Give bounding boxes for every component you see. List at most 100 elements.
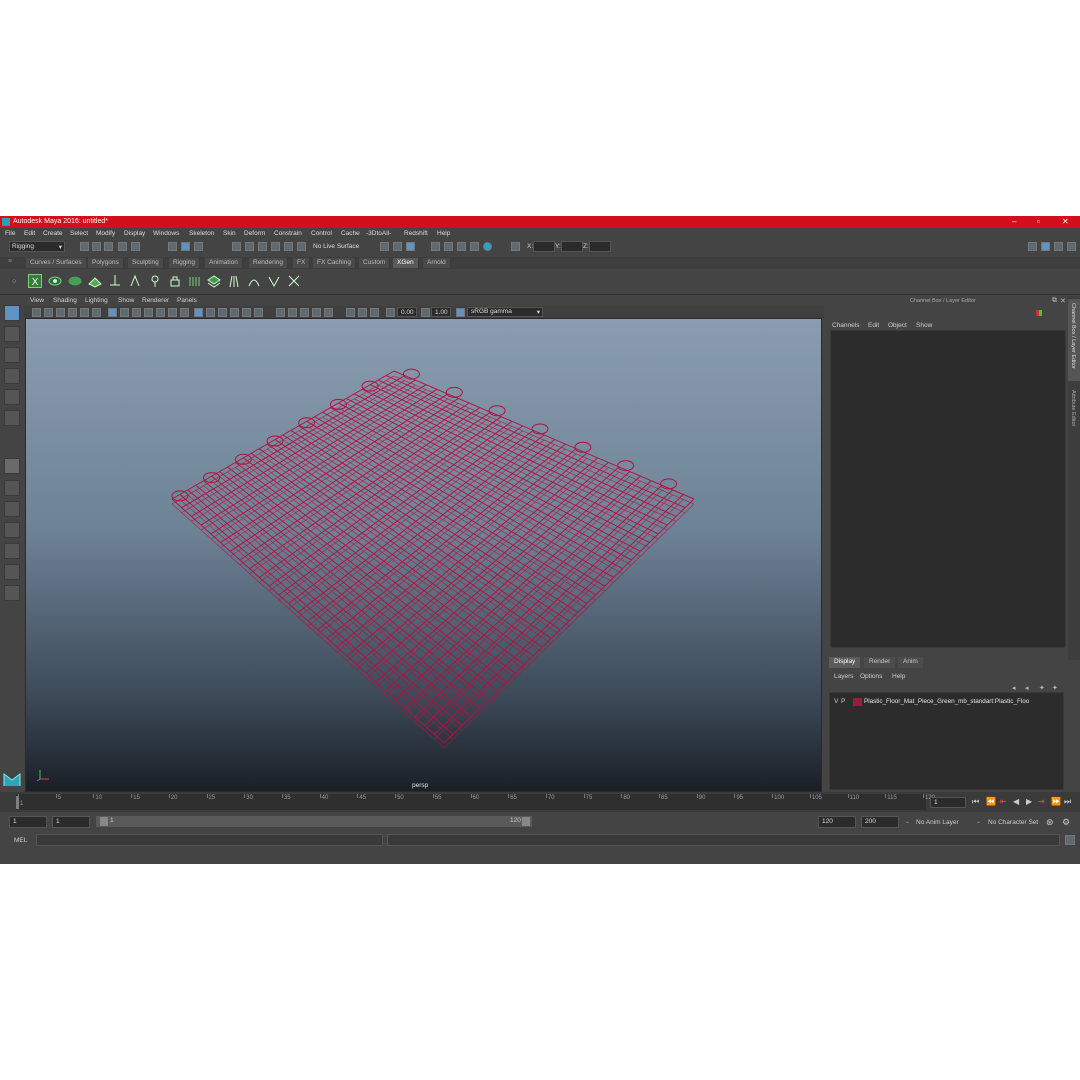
- new-empty-layer-icon[interactable]: ✦: [1039, 684, 1045, 692]
- xgen-primitive-icon[interactable]: [68, 274, 82, 288]
- lasso-tool-icon[interactable]: [4, 326, 20, 342]
- isolate-select-icon[interactable]: [346, 308, 355, 317]
- snap-curve-icon[interactable]: [245, 242, 254, 251]
- motion-blur-icon[interactable]: [312, 308, 321, 317]
- command-input[interactable]: [36, 834, 383, 846]
- image-plane-icon[interactable]: [68, 308, 77, 317]
- go-to-end-icon[interactable]: ⏭: [1064, 797, 1071, 807]
- wireframe-mesh[interactable]: [26, 319, 821, 791]
- menu-help[interactable]: Help: [437, 230, 450, 237]
- menu-create[interactable]: Create: [43, 230, 63, 237]
- depth-of-field-icon[interactable]: [370, 308, 379, 317]
- snap-point-icon[interactable]: [258, 242, 267, 251]
- x-field[interactable]: [533, 241, 555, 252]
- minimize-icon[interactable]: –: [1012, 217, 1016, 226]
- range-start-handle[interactable]: [100, 817, 108, 826]
- xray-icon[interactable]: [276, 308, 285, 317]
- shadows-icon[interactable]: [254, 308, 263, 317]
- channel-box-toggle-icon[interactable]: [1067, 242, 1076, 251]
- panel-menu-renderer[interactable]: Renderer: [142, 297, 169, 304]
- playback-start-field[interactable]: 1: [52, 816, 90, 828]
- film-gate-icon[interactable]: [120, 308, 129, 317]
- camera-attributes-icon[interactable]: [44, 308, 53, 317]
- render-settings-icon[interactable]: [457, 242, 466, 251]
- z-field[interactable]: [589, 241, 611, 252]
- redshift-icon[interactable]: [483, 242, 492, 251]
- xgen-coil-icon[interactable]: [247, 274, 261, 288]
- xray-joints-icon[interactable]: [288, 308, 297, 317]
- live-surface-label[interactable]: No Live Surface: [313, 243, 359, 250]
- play-forwards-icon[interactable]: ▶: [1026, 797, 1032, 806]
- textured-icon[interactable]: [230, 308, 239, 317]
- redo-icon[interactable]: [131, 242, 140, 251]
- perspective-viewport[interactable]: [25, 318, 822, 792]
- tool-settings-icon[interactable]: [1054, 242, 1063, 251]
- new-layer-selected-icon[interactable]: ✦: [1052, 684, 1058, 692]
- snap-center-icon[interactable]: [297, 242, 306, 251]
- command-language-label[interactable]: MEL: [14, 837, 27, 844]
- snap-surface-icon[interactable]: [284, 242, 293, 251]
- menu-skeleton[interactable]: Skeleton: [189, 230, 214, 237]
- layer-color-swatch[interactable]: [853, 698, 862, 706]
- save-scene-icon[interactable]: [104, 242, 113, 251]
- scale-tool-icon[interactable]: [4, 410, 20, 426]
- rotate-tool-icon[interactable]: [4, 389, 20, 405]
- go-to-start-icon[interactable]: ⏮: [972, 797, 979, 807]
- xgen-add-guide-icon[interactable]: [108, 274, 122, 288]
- hud-icon[interactable]: [358, 308, 367, 317]
- menu-cache[interactable]: Cache: [341, 230, 360, 237]
- two-d-pan-icon[interactable]: [80, 308, 89, 317]
- xgen-sculpt-guide-icon[interactable]: [128, 274, 142, 288]
- step-back-key-icon[interactable]: ⏪: [986, 797, 996, 806]
- shelf-tab-arnold[interactable]: Arnold: [423, 258, 451, 268]
- single-perspective-layout-icon[interactable]: [4, 458, 20, 474]
- resolution-gate-icon[interactable]: [132, 308, 141, 317]
- xgen-comb-icon[interactable]: [188, 274, 202, 288]
- channel-box-content[interactable]: [830, 330, 1066, 648]
- undo-icon[interactable]: [118, 242, 127, 251]
- ipr-render-icon[interactable]: [444, 242, 453, 251]
- step-forward-frame-icon[interactable]: ⇥: [1038, 797, 1045, 806]
- float-panel-icon[interactable]: ⧉: [1052, 297, 1057, 305]
- menu-control[interactable]: Control: [311, 230, 332, 237]
- select-hierarchy-icon[interactable]: [168, 242, 177, 251]
- shelf-tab-fx[interactable]: FX: [293, 258, 311, 268]
- character-set-label[interactable]: No Character Set: [988, 819, 1038, 826]
- menu-select[interactable]: Select: [70, 230, 88, 237]
- exposure-icon[interactable]: [386, 308, 395, 317]
- xgen-guides-icon[interactable]: [88, 274, 102, 288]
- snap-view-icon[interactable]: [271, 242, 280, 251]
- y-field[interactable]: [561, 241, 583, 252]
- menu-deform[interactable]: Deform: [244, 230, 265, 237]
- safe-action-icon[interactable]: [168, 308, 177, 317]
- side-tab-channel-box[interactable]: Channel Box / Layer Editor: [1068, 299, 1080, 381]
- step-forward-key-icon[interactable]: ⏩: [1051, 797, 1061, 806]
- anti-aliasing-icon[interactable]: [324, 308, 333, 317]
- panel-menu-lighting[interactable]: Lighting: [85, 297, 108, 304]
- maximize-icon[interactable]: ▫: [1037, 217, 1040, 226]
- layer-name[interactable]: Plastic_Floor_Mat_Piece_Green_mb_standar…: [864, 698, 1029, 705]
- select-component-icon[interactable]: [194, 242, 203, 251]
- step-back-frame-icon[interactable]: ⇤: [1000, 797, 1007, 806]
- smooth-shade-icon[interactable]: [206, 308, 215, 317]
- close-panel-icon[interactable]: ✕: [1060, 297, 1066, 305]
- shelf-tab-rigging[interactable]: Rigging: [169, 258, 201, 268]
- select-tool-icon[interactable]: [4, 305, 20, 321]
- wireframe-on-shaded-icon[interactable]: [218, 308, 227, 317]
- shelf-tab-fx-caching[interactable]: FX Caching: [313, 258, 356, 268]
- shelf-menu-icon[interactable]: ≡: [8, 258, 12, 265]
- menu-redshift[interactable]: Redshift: [404, 230, 428, 237]
- animation-end-field[interactable]: 200: [861, 816, 899, 828]
- channel-colors-icon[interactable]: [1035, 308, 1045, 318]
- grease-pencil-icon[interactable]: [92, 308, 101, 317]
- history-icon[interactable]: [406, 242, 415, 251]
- graph-layout-icon[interactable]: [4, 543, 20, 559]
- menu-modify[interactable]: Modify: [96, 230, 115, 237]
- shelf-tab-rendering[interactable]: Rendering: [249, 258, 288, 268]
- open-scene-icon[interactable]: [92, 242, 101, 251]
- menu-file[interactable]: File: [5, 230, 15, 237]
- transform-mode-icon[interactable]: [511, 242, 520, 251]
- script-editor-icon[interactable]: [1065, 835, 1075, 845]
- modeling-toolkit-icon[interactable]: [1028, 242, 1037, 251]
- xgen-eye-icon[interactable]: [48, 274, 62, 288]
